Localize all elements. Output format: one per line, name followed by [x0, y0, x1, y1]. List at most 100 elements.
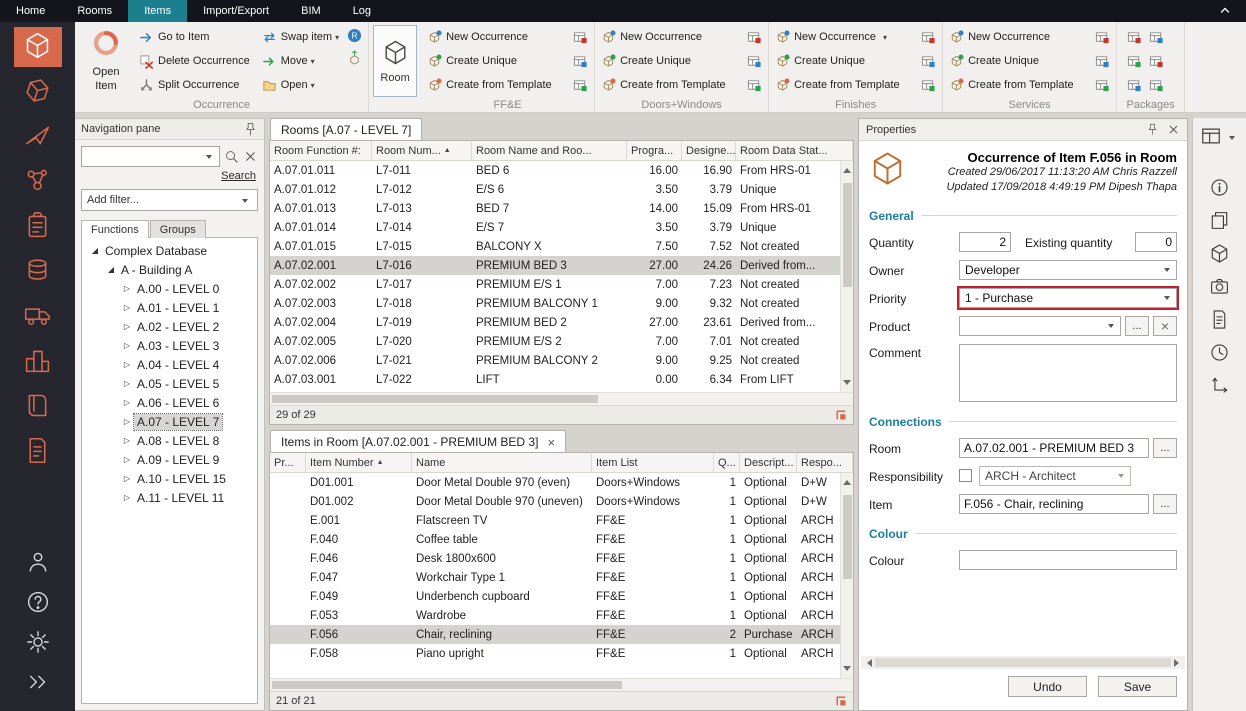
- tree-node-level-6[interactable]: ▷ A.06 - LEVEL 6: [82, 393, 257, 412]
- tree-node-level-3[interactable]: ▷ A.03 - LEVEL 3: [82, 336, 257, 355]
- pin-icon[interactable]: [1146, 123, 1159, 136]
- pin-icon[interactable]: [243, 122, 258, 137]
- grid-green-icon[interactable]: [921, 78, 936, 93]
- ffe-create-from-template-button[interactable]: Create from Template: [427, 73, 588, 97]
- room-row[interactable]: A.07.01.015 L7-015 BALCONY X 7.50 7.52 N…: [270, 237, 840, 256]
- delete-occurrence-button[interactable]: Delete Occurrence: [135, 49, 254, 73]
- tree-node-level-8[interactable]: ▷ A.08 - LEVEL 8: [82, 431, 257, 450]
- scroll-left-icon[interactable]: [863, 659, 872, 667]
- column-header[interactable]: Room Num... ▲: [372, 141, 472, 160]
- search-icon[interactable]: [224, 149, 239, 164]
- menu-items[interactable]: Items: [128, 0, 187, 22]
- finance-module-icon[interactable]: [14, 252, 62, 292]
- room-row[interactable]: A.07.01.013 L7-013 BED 7 14.00 15.09 Fro…: [270, 199, 840, 218]
- catalog-module-icon[interactable]: [14, 387, 62, 427]
- item-row[interactable]: E.001 Flatscreen TV FF&E 1 Optional ARCH: [270, 511, 840, 530]
- package-icon-4[interactable]: [1149, 54, 1164, 69]
- item-row[interactable]: F.040 Coffee table FF&E 1 Optional ARCH: [270, 530, 840, 549]
- tree-expand-icon[interactable]: ▷: [120, 379, 134, 388]
- tree-expand-icon[interactable]: ▷: [120, 303, 134, 312]
- column-header[interactable]: Item Number ▲: [306, 453, 412, 472]
- menu-import-export[interactable]: Import/Export: [187, 0, 285, 22]
- expand-sidebar-icon[interactable]: [14, 665, 62, 702]
- grid-blue-icon[interactable]: [1095, 54, 1110, 69]
- help-icon[interactable]: [14, 585, 62, 622]
- item-row[interactable]: F.056 Chair, reclining FF&E 2 Purchase A…: [270, 625, 840, 644]
- search-link[interactable]: Search: [75, 167, 264, 182]
- product-select[interactable]: [959, 316, 1121, 336]
- grid-red-icon[interactable]: [573, 30, 588, 45]
- menu-rooms[interactable]: Rooms: [61, 0, 128, 22]
- tree-expand-icon[interactable]: ▷: [120, 341, 134, 350]
- chevron-down-icon[interactable]: [202, 151, 216, 162]
- ffe-new-occurrence-button[interactable]: New Occurrence: [427, 25, 588, 49]
- tree-expand-icon[interactable]: ▷: [120, 474, 134, 483]
- item-row[interactable]: F.047 Workchair Type 1 FF&E 1 Optional A…: [270, 568, 840, 587]
- grid-blue-icon[interactable]: [573, 54, 588, 69]
- scroll-up-icon[interactable]: [843, 476, 851, 485]
- column-header[interactable]: Name: [412, 453, 592, 472]
- go-to-item-button[interactable]: Go to Item: [135, 25, 254, 49]
- items-vertical-scrollbar[interactable]: [840, 473, 853, 678]
- rooms-tab[interactable]: Rooms [A.07 - LEVEL 7]: [270, 118, 422, 141]
- menu-bim[interactable]: BIM: [285, 0, 337, 22]
- scrollbar-thumb[interactable]: [272, 681, 622, 689]
- buildings-module-icon[interactable]: [14, 342, 62, 382]
- scrollbar-thumb[interactable]: [843, 183, 852, 287]
- dw-create-unique-button[interactable]: Create Unique: [601, 49, 762, 73]
- tree-node-level-1[interactable]: ▷ A.01 - LEVEL 1: [82, 298, 257, 317]
- scroll-up-icon[interactable]: [843, 164, 851, 173]
- search-input[interactable]: [81, 146, 220, 167]
- tree-expand-icon[interactable]: ◢: [104, 265, 118, 274]
- column-header[interactable]: Room Name and Roo...: [472, 141, 627, 160]
- item-row[interactable]: F.046 Desk 1800x600 FF&E 1 Optional ARCH: [270, 549, 840, 568]
- move-button[interactable]: Move ▾: [258, 49, 343, 73]
- revit-link-icon[interactable]: R: [347, 28, 362, 43]
- tree-expand-icon[interactable]: ◢: [88, 246, 102, 255]
- close-icon[interactable]: [1167, 123, 1180, 136]
- owner-select[interactable]: Developer: [959, 260, 1177, 280]
- room-row[interactable]: A.07.02.004 L7-019 PREMIUM BED 2 27.00 2…: [270, 313, 840, 332]
- document-icon[interactable]: [1202, 304, 1238, 337]
- column-header[interactable]: Respo...: [797, 453, 853, 472]
- services-new-occurrence-button[interactable]: New Occurrence: [949, 25, 1110, 49]
- scrollbar-thumb[interactable]: [272, 395, 598, 403]
- grid-green-icon[interactable]: [747, 78, 762, 93]
- existing-quantity-input[interactable]: [1135, 232, 1177, 252]
- detach-panel-icon[interactable]: [835, 409, 847, 421]
- item-field[interactable]: [959, 494, 1149, 514]
- tree-node-building-a[interactable]: ◢ A - Building A: [82, 260, 257, 279]
- items-module-icon[interactable]: [14, 27, 62, 67]
- menu-home[interactable]: Home: [0, 0, 61, 22]
- tab-groups[interactable]: Groups: [150, 220, 206, 238]
- product-clear-button[interactable]: ×: [1153, 316, 1177, 336]
- tree-node-level-2[interactable]: ▷ A.02 - LEVEL 2: [82, 317, 257, 336]
- package-icon-6[interactable]: [1149, 78, 1164, 93]
- logistics-module-icon[interactable]: [14, 297, 62, 337]
- collapse-ribbon-icon[interactable]: [1204, 0, 1246, 22]
- tree-node-level-4[interactable]: ▷ A.04 - LEVEL 4: [82, 355, 257, 374]
- user-icon[interactable]: [14, 545, 62, 582]
- column-header[interactable]: Progra...: [627, 141, 682, 160]
- attachments-module-icon[interactable]: [14, 207, 62, 247]
- tree-node-level-5[interactable]: ▷ A.05 - LEVEL 5: [82, 374, 257, 393]
- tree-node-level-0[interactable]: ▷ A.00 - LEVEL 0: [82, 279, 257, 298]
- grid-green-icon[interactable]: [1095, 78, 1110, 93]
- room-row[interactable]: A.07.02.002 L7-017 PREMIUM E/S 1 7.00 7.…: [270, 275, 840, 294]
- responsibility-select[interactable]: ARCH - Architect: [979, 466, 1131, 486]
- grid-blue-icon[interactable]: [921, 54, 936, 69]
- open-button[interactable]: Open ▾: [258, 73, 343, 97]
- moves-module-icon[interactable]: [14, 117, 62, 157]
- priority-select[interactable]: 1 - Purchase: [959, 288, 1177, 308]
- colour-field[interactable]: [959, 550, 1177, 570]
- package-icon-3[interactable]: [1127, 54, 1142, 69]
- room-row[interactable]: A.07.01.014 L7-014 E/S 7 3.50 3.79 Uniqu…: [270, 218, 840, 237]
- rooms-horizontal-scrollbar[interactable]: [270, 392, 853, 405]
- camera-icon[interactable]: [1202, 271, 1238, 304]
- tree-node-complex-database[interactable]: ◢ Complex Database: [82, 241, 257, 260]
- rooms-vertical-scrollbar[interactable]: [840, 161, 853, 392]
- occurrences-module-icon[interactable]: [14, 72, 62, 112]
- finishes-create-from-template-button[interactable]: Create from Template: [775, 73, 936, 97]
- undo-button[interactable]: Undo: [1008, 676, 1087, 697]
- swap-item-button[interactable]: Swap item ▾: [258, 25, 343, 49]
